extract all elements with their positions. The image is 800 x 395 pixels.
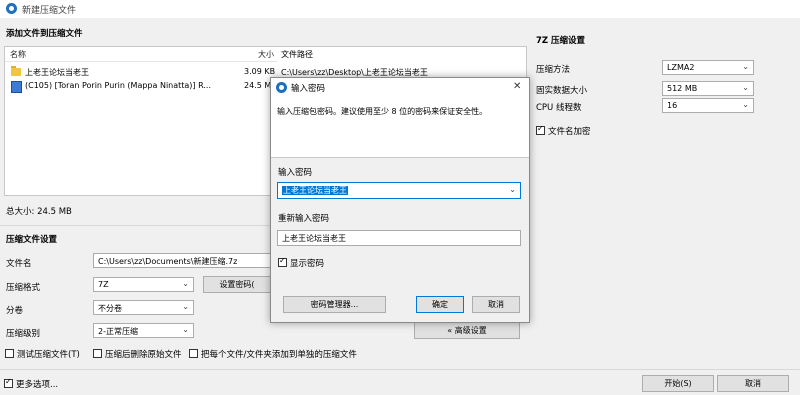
- encrypt-names-label: 文件名加密: [548, 127, 591, 137]
- level-label: 压缩级别: [6, 329, 41, 339]
- method-label: 压缩方法: [536, 65, 571, 75]
- column-path[interactable]: 文件路径: [281, 49, 313, 60]
- dialog-title: 输入密码: [291, 84, 326, 94]
- chevron-down-icon: ⌄: [182, 325, 189, 334]
- threads-select[interactable]: 16 ⌄: [662, 98, 754, 113]
- more-options-checkbox[interactable]: [4, 377, 13, 388]
- file-name: 上老王论坛当老王: [25, 68, 89, 77]
- app-icon: [6, 3, 17, 14]
- password-manager-button[interactable]: 密码管理器...: [283, 296, 386, 313]
- cancel-button[interactable]: 取消: [717, 375, 789, 392]
- level-select[interactable]: 2-正常压缩 ⌄: [93, 323, 194, 338]
- test-archive-label: 测试压缩文件(T): [17, 350, 80, 360]
- start-button[interactable]: 开始(S): [642, 375, 714, 392]
- filename-label: 文件名: [6, 259, 32, 269]
- dict-value: 512 MB: [667, 84, 698, 93]
- set-password-button[interactable]: 设置密码(: [203, 276, 271, 293]
- window-title: 新建压缩文件: [22, 6, 77, 16]
- file-list[interactable]: 名称 大小 上老王论坛当老王 3.09 KB (C105) [Toran Por…: [4, 46, 279, 196]
- reenter-password-input[interactable]: 上老王论坛当老王: [277, 230, 521, 246]
- chevron-down-icon: ⌄: [182, 302, 189, 311]
- split-value: 不分卷: [98, 304, 122, 313]
- divider: [0, 369, 800, 370]
- file-row[interactable]: 上老王论坛当老王 3.09 KB: [5, 65, 278, 79]
- threads-value: 16: [667, 101, 678, 110]
- chevron-down-icon[interactable]: ⌄: [509, 185, 516, 194]
- file-name: (C105) [Toran Porin Purin (Mappa Ninatta…: [25, 81, 211, 90]
- archive-settings-title: 压缩文件设置: [6, 235, 58, 245]
- chevron-down-icon: ⌄: [742, 100, 749, 109]
- file-size: 24.5 M: [244, 81, 272, 90]
- dict-label: 固实数据大小: [536, 86, 588, 96]
- title-bar: 新建压缩文件: [0, 0, 800, 18]
- show-password-label: 显示密码: [290, 259, 325, 269]
- advanced-settings-button[interactable]: « 高级设置: [414, 322, 520, 339]
- test-archive-checkbox[interactable]: [5, 349, 14, 358]
- column-size[interactable]: 大小: [258, 49, 274, 60]
- threads-label: CPU 线程数: [536, 103, 582, 113]
- archive-file-icon: [11, 81, 22, 93]
- file-list-header: 名称 大小: [5, 47, 278, 62]
- split-select[interactable]: 不分卷 ⌄: [93, 300, 194, 315]
- chevron-down-icon: ⌄: [742, 83, 749, 92]
- chevron-down-icon: ⌄: [182, 279, 189, 288]
- files-section-title: 添加文件到压缩文件: [6, 29, 83, 39]
- seven-z-title: 7Z 压缩设置: [536, 36, 586, 46]
- divider: [271, 157, 529, 158]
- file-size: 3.09 KB: [244, 67, 276, 76]
- split-label: 分卷: [6, 306, 24, 316]
- reenter-password-label: 重新输入密码: [278, 214, 330, 224]
- format-label: 压缩格式: [6, 283, 41, 293]
- column-name[interactable]: 名称: [10, 49, 26, 60]
- method-value: LZMA2: [667, 63, 695, 72]
- dialog-title-bar: 输入密码 ✕: [271, 78, 529, 97]
- app-icon: [276, 82, 287, 93]
- selected-password-text: 上老王论坛当老王: [282, 186, 348, 195]
- method-select[interactable]: LZMA2 ⌄: [662, 60, 754, 75]
- separate-archives-checkbox[interactable]: [189, 349, 198, 358]
- dialog-cancel-button[interactable]: 取消: [472, 296, 520, 313]
- close-icon[interactable]: ✕: [513, 81, 521, 92]
- show-password-checkbox[interactable]: [278, 256, 287, 267]
- format-value: 7Z: [98, 280, 109, 289]
- password-dialog: 输入密码 ✕ 输入压缩包密码。建议使用至少 8 位的密码来保证安全性。 输入密码…: [270, 77, 530, 323]
- total-size: 总大小: 24.5 MB: [6, 207, 72, 217]
- file-row[interactable]: (C105) [Toran Porin Purin (Mappa Ninatta…: [5, 79, 278, 93]
- dialog-hint-area: 输入压缩包密码。建议使用至少 8 位的密码来保证安全性。: [271, 97, 529, 157]
- delete-source-label: 压缩后删除原始文件: [105, 350, 182, 360]
- filename-input[interactable]: C:\Users\zz\Documents\新建压缩.7z: [93, 253, 271, 268]
- more-options-label: 更多选项...: [16, 380, 59, 390]
- enter-password-label: 输入密码: [278, 168, 313, 178]
- folder-icon: [11, 66, 21, 76]
- separate-archives-label: 把每个文件/文件夹添加到单独的压缩文件: [201, 350, 357, 360]
- encrypt-names-checkbox[interactable]: [536, 124, 545, 135]
- delete-source-checkbox[interactable]: [93, 349, 102, 358]
- dict-select[interactable]: 512 MB ⌄: [662, 81, 754, 96]
- format-select[interactable]: 7Z ⌄: [93, 277, 194, 292]
- chevron-down-icon: ⌄: [742, 62, 749, 71]
- enter-password-input[interactable]: 上老王论坛当老王 ⌄: [277, 182, 521, 199]
- dialog-hint: 输入压缩包密码。建议使用至少 8 位的密码来保证安全性。: [277, 107, 488, 116]
- ok-button[interactable]: 确定: [416, 296, 464, 313]
- level-value: 2-正常压缩: [98, 327, 138, 336]
